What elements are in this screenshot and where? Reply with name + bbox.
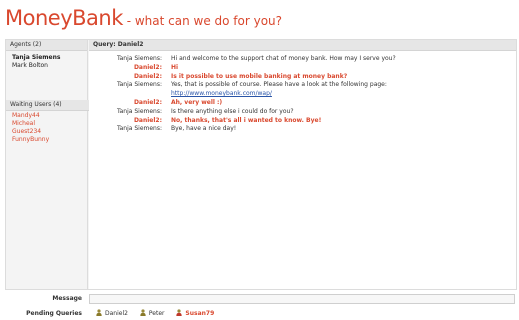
app-header: MoneyBank - what can we do for you?: [5, 6, 282, 32]
brand-tagline: - what can we do for you?: [122, 14, 283, 28]
message-text: Bye, have a nice day!: [171, 125, 237, 133]
agent-item[interactable]: Mark Bolton: [12, 62, 83, 70]
waiting-user-item[interactable]: FunnyBunny: [12, 136, 49, 144]
user-alert-icon: [176, 309, 183, 316]
message-sender: Tanja Siemens:: [116, 107, 162, 115]
message-text: Hi: [171, 63, 179, 71]
message-text: Ah, very well :): [171, 98, 223, 106]
message-composer: Message: [5, 294, 515, 304]
message-label: Message: [52, 295, 82, 302]
message-sender: Daniel2:: [133, 116, 162, 124]
chat-window: Agents (2) Tanja Siemens Mark Bolton Wai…: [5, 39, 517, 290]
user-icon: [96, 309, 102, 316]
pending-query-item[interactable]: Daniel2: [96, 309, 128, 319]
pending-query-name: Susan79: [185, 310, 215, 317]
chat-message: Daniel2: No, thanks, that's all i wanted …: [89, 117, 516, 126]
chat-message: Daniel2: Ah, very well :): [89, 99, 516, 108]
chat-message: http://www.moneybank.com/wap/: [89, 90, 516, 99]
message-text: No, thanks, that's all i wanted to know.…: [171, 116, 322, 124]
message-text: Is it possible to use mobile banking at …: [171, 72, 348, 80]
pending-query-name: Peter: [148, 310, 165, 317]
message-sender: Tanja Siemens:: [116, 125, 162, 133]
message-sender: Daniel2:: [133, 98, 162, 106]
chat-message: Tanja Siemens: Bye, have a nice day!: [89, 125, 516, 134]
message-text: Hi and welcome to the support chat of mo…: [171, 55, 396, 62]
message-text: Yes, that is possible of course. Please …: [171, 81, 387, 89]
agents-list: Tanja Siemens Mark Bolton: [6, 51, 87, 70]
message-sender: Daniel2:: [133, 63, 162, 71]
message-text: Is there anything else i could do for yo…: [171, 107, 294, 115]
brand-logo: MoneyBank: [5, 6, 123, 30]
pending-queries-list: Daniel2 Peter Susan79: [96, 309, 224, 319]
chat-message: Daniel2: Hi: [89, 64, 516, 73]
pending-queries-bar: Pending Queries Daniel2 Peter Susan79: [5, 309, 515, 320]
message-link[interactable]: http://www.moneybank.com/wap/: [171, 90, 272, 99]
chat-panel: Query: Daniel2 Tanja Siemens: Hi and welc…: [89, 40, 516, 289]
message-list: Tanja Siemens: Hi and welcome to the supp…: [89, 55, 516, 134]
message-input[interactable]: [89, 294, 515, 304]
agent-item[interactable]: Tanja Siemens: [12, 54, 83, 62]
sidebar: Agents (2) Tanja Siemens Mark Bolton Wai…: [6, 40, 91, 289]
message-sender: Tanja Siemens:: [116, 81, 162, 89]
waiting-users-list: Mandy44 Micheal Guest234 FunnyBunny: [6, 112, 49, 144]
chat-message: Tanja Siemens: Hi and welcome to the supp…: [89, 55, 516, 64]
waiting-user-item[interactable]: Micheal: [12, 120, 49, 128]
waiting-user-item[interactable]: Guest234: [12, 128, 49, 136]
agents-heading: Agents (2): [6, 40, 87, 51]
message-sender: [89, 90, 171, 99]
chat-message: Tanja Siemens: Is there anything else i c…: [89, 108, 516, 117]
pending-query-item[interactable]: Susan79: [176, 309, 214, 319]
waiting-users-heading: Waiting Users (4): [6, 100, 91, 111]
chat-message: Tanja Siemens: Yes, that is possible of c…: [89, 81, 516, 90]
query-title: Query: Daniel2: [89, 40, 516, 51]
pending-queries-label: Pending Queries: [26, 310, 82, 317]
user-icon: [140, 309, 146, 316]
message-sender: Daniel2:: [133, 72, 162, 80]
pending-query-name: Daniel2: [105, 310, 128, 317]
message-sender: Tanja Siemens:: [116, 55, 162, 62]
chat-message: Daniel2: Is it possible to use mobile ban…: [89, 73, 516, 82]
waiting-user-item[interactable]: Mandy44: [12, 112, 49, 120]
pending-query-item[interactable]: Peter: [140, 309, 165, 319]
